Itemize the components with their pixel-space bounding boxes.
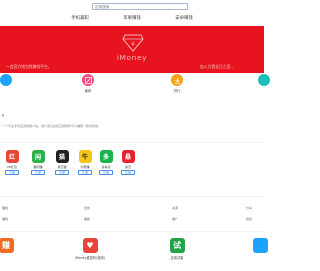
- app-icon: 试: [169, 238, 185, 253]
- tag-link[interactable]: 分享: [246, 206, 252, 210]
- quick-item-latest[interactable]: 最新: [76, 74, 100, 93]
- quick-label: 排行: [173, 89, 181, 93]
- svg-text:¥: ¥: [131, 41, 135, 48]
- imoney-logo-icon: ¥: [122, 34, 144, 52]
- section-title: P: [2, 114, 5, 118]
- register-button[interactable]: 注册: [5, 170, 19, 175]
- heart-shield-icon: ♥: [82, 238, 98, 253]
- register-button[interactable]: 注册: [31, 170, 45, 175]
- app-icon: 牛: [78, 150, 92, 163]
- quick-item-4[interactable]: [252, 74, 276, 88]
- quick-icon: [0, 74, 12, 86]
- app-name: 多得试: [101, 165, 111, 169]
- tab-android-earn[interactable]: 安卓赚钱: [158, 14, 210, 24]
- app-name: 悬赏: [124, 165, 131, 169]
- app-name: PP红包: [7, 165, 17, 169]
- tag-grid: 赚钱 全新 资源 分享 赚钱 兼职 推广 钱包: [0, 202, 264, 230]
- app-item[interactable]: 多 多得试 注册: [98, 150, 114, 175]
- register-button[interactable]: 注册: [55, 170, 69, 175]
- search-input[interactable]: [93, 4, 187, 10]
- featured-app[interactable]: [240, 238, 280, 255]
- tab-phone-parttime[interactable]: 手机兼职: [54, 14, 106, 24]
- register-button[interactable]: 注册: [121, 170, 135, 175]
- banner-brand: iMoney: [116, 53, 148, 62]
- app-icon: [252, 238, 268, 253]
- tag-link[interactable]: 推广: [172, 217, 178, 221]
- app-item[interactable]: 悬 悬赏 注册: [120, 150, 136, 175]
- register-button[interactable]: 注册: [99, 170, 113, 175]
- quick-icon: [258, 74, 270, 86]
- app-icon: 赚: [0, 238, 14, 253]
- app-list: 红 PP红包 注册 闲 趣闲赚 注册 猫 悬赏猫 注册 牛 牛帮赚 注册 多 多…: [0, 150, 264, 190]
- tag-link[interactable]: 资源: [172, 206, 178, 210]
- download-icon: [171, 74, 183, 86]
- tag-link[interactable]: 全新: [84, 206, 90, 210]
- app-item[interactable]: 猫 悬赏猫 注册: [54, 150, 70, 175]
- featured-apps: 赚 ♥ iMoney爱盈利(官网) 试 应用试客: [0, 238, 268, 271]
- app-item[interactable]: 闲 趣闲赚 注册: [30, 150, 46, 175]
- hero-banner[interactable]: ¥ iMoney 一会官方钱包找赚钱平台， 加入方我全日之宣...: [0, 26, 264, 73]
- divider: [0, 196, 264, 197]
- app-icon: 猫: [55, 150, 69, 163]
- section-description: 一个专业手机应用的推介站，用户通过这些应用软件可以赚取一些零钱等。: [2, 124, 102, 128]
- register-button[interactable]: 注册: [78, 170, 92, 175]
- top-bar: [0, 0, 264, 12]
- quick-item-rank[interactable]: 排行: [165, 74, 189, 93]
- quick-nav: 最新 排行: [0, 73, 270, 99]
- quick-item-1[interactable]: [0, 74, 18, 88]
- featured-app[interactable]: 试 应用试客: [157, 238, 197, 260]
- featured-app[interactable]: 赚: [0, 238, 26, 255]
- banner-slogan-right: 加入方我全日之宣...: [200, 64, 234, 69]
- search-box[interactable]: [92, 3, 188, 10]
- app-icon: 多: [99, 150, 113, 163]
- app-icon: 悬: [121, 150, 135, 163]
- app-name: 趣闲赚: [33, 165, 43, 169]
- app-name: 悬赏猫: [57, 165, 67, 169]
- featured-app[interactable]: ♥ iMoney爱盈利(官网): [70, 238, 110, 260]
- app-item[interactable]: 红 PP红包 注册: [4, 150, 20, 175]
- app-icon: 闲: [31, 150, 45, 163]
- tab-apple-earn[interactable]: 苹果赚钱: [106, 14, 158, 24]
- app-name: 牛帮赚: [80, 165, 90, 169]
- divider: [0, 231, 264, 232]
- app-name: 应用试客: [170, 256, 184, 260]
- banner-slogan-left: 一会官方钱包找赚钱平台，: [6, 64, 52, 69]
- edit-icon: [82, 74, 94, 86]
- tag-link[interactable]: 赚钱: [2, 217, 8, 221]
- divider: [0, 142, 264, 143]
- quick-label: 最新: [84, 89, 92, 93]
- app-item[interactable]: 牛 牛帮赚 注册: [77, 150, 93, 175]
- app-icon: 红: [5, 150, 19, 163]
- tag-link[interactable]: 赚钱: [2, 206, 8, 210]
- app-name: iMoney爱盈利(官网): [75, 256, 105, 260]
- tag-link[interactable]: 兼职: [84, 217, 90, 221]
- tag-link[interactable]: 钱包: [246, 217, 252, 221]
- category-tabs: 手机兼职 苹果赚钱 安卓赚钱: [0, 14, 264, 24]
